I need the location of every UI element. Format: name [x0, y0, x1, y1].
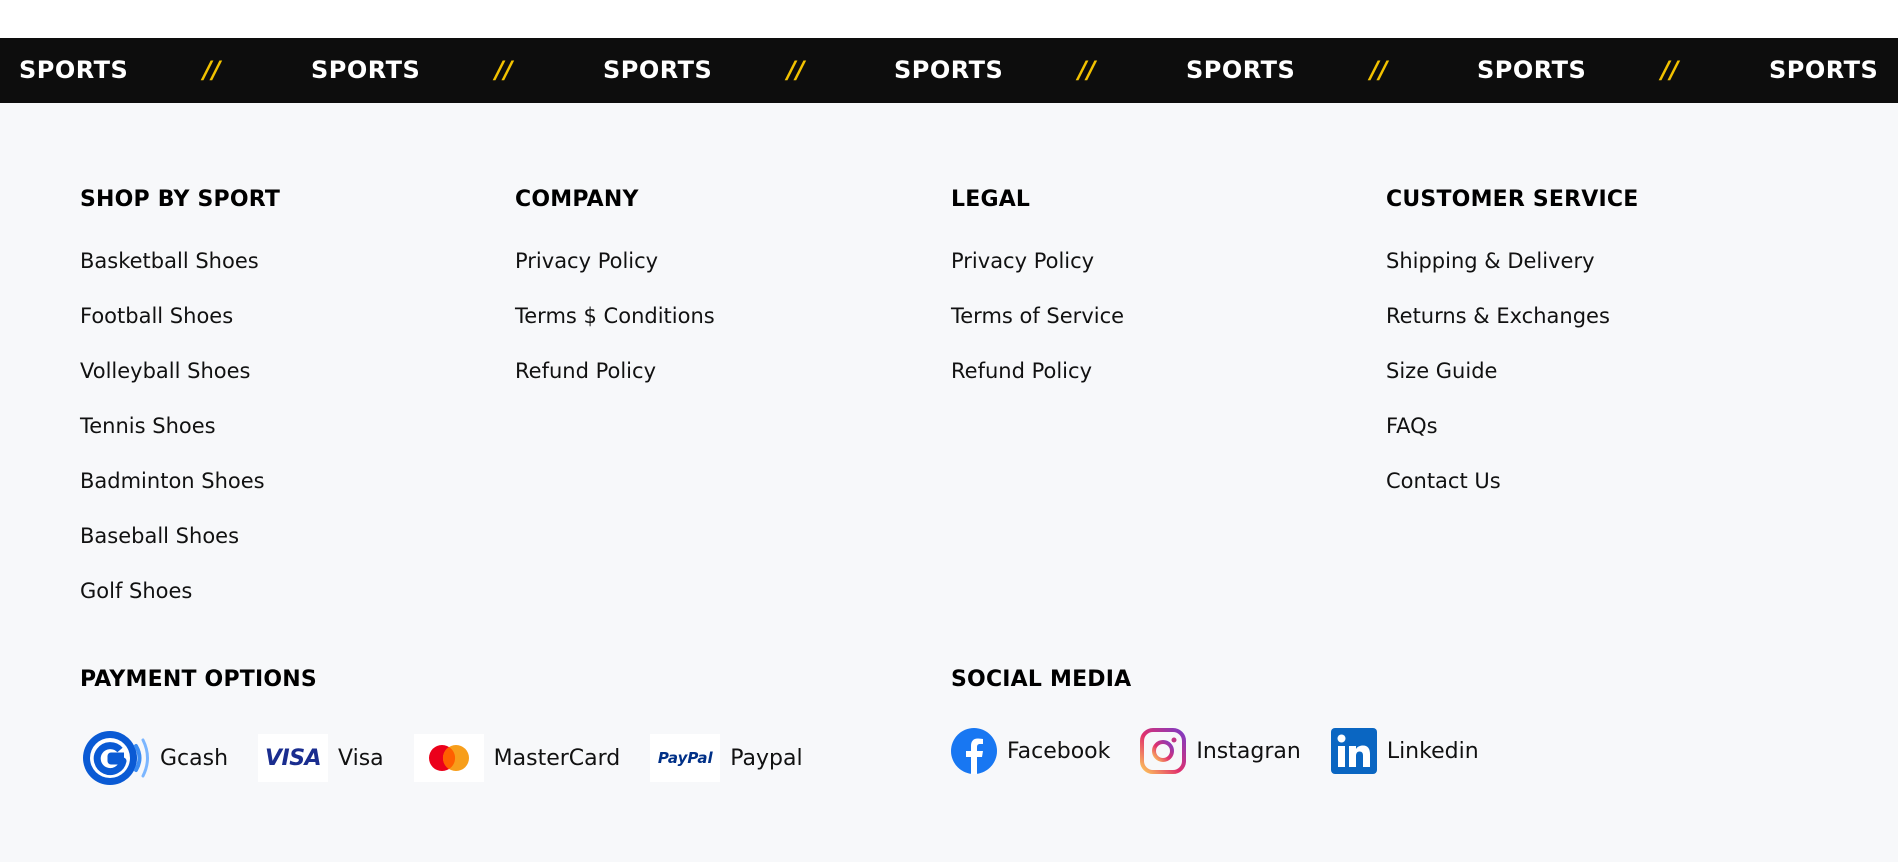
footer-link[interactable]: Terms of Service — [951, 304, 1124, 328]
payment-label: Gcash — [160, 745, 229, 771]
marquee-word: SPORTS — [894, 56, 1004, 84]
marquee-separator: // — [787, 56, 805, 84]
visa-icon: VISA — [258, 734, 329, 782]
instagram-icon — [1140, 728, 1187, 774]
footer-link[interactable]: Refund Policy — [951, 359, 1092, 383]
list-item: Returns & Exchanges — [1386, 305, 1816, 360]
marquee-word: SPORTS — [1477, 56, 1587, 84]
social-facebook[interactable]: Facebook — [951, 728, 1110, 774]
footer-link[interactable]: Terms $ Conditions — [515, 304, 715, 328]
list-item: Badminton Shoes — [80, 470, 510, 525]
payment-paypal[interactable]: PayPal Paypal — [650, 734, 803, 782]
footer-link[interactable]: Returns & Exchanges — [1386, 304, 1610, 328]
list-item: Basketball Shoes — [80, 250, 510, 305]
footer-link[interactable]: Contact Us — [1386, 469, 1501, 493]
payment-mastercard[interactable]: MasterCard — [413, 734, 621, 782]
list-item: Contact Us — [1386, 470, 1816, 525]
marquee-word: SPORTS — [311, 56, 421, 84]
footer-column-shop-by-sport: SHOP BY SPORT Basketball Shoes Football … — [80, 185, 510, 635]
footer-link[interactable]: Football Shoes — [80, 304, 233, 328]
link-list: Basketball Shoes Football Shoes Volleyba… — [80, 250, 510, 635]
payment-gcash[interactable]: Gcash — [80, 731, 229, 785]
link-list: Privacy Policy Terms of Service Refund P… — [951, 250, 1381, 415]
link-list: Shipping & Delivery Returns & Exchanges … — [1386, 250, 1816, 525]
link-list: Privacy Policy Terms $ Conditions Refund… — [515, 250, 945, 415]
footer-link[interactable]: FAQs — [1386, 414, 1438, 438]
paypal-icon: PayPal — [650, 734, 721, 782]
footer-link[interactable]: Privacy Policy — [515, 249, 658, 273]
column-title: COMPANY — [515, 187, 639, 212]
payment-visa[interactable]: VISA Visa — [258, 734, 384, 782]
footer-column-legal: LEGAL Privacy Policy Terms of Service Re… — [951, 185, 1381, 415]
footer-link[interactable]: Shipping & Delivery — [1386, 249, 1595, 273]
list-item: Refund Policy — [515, 360, 945, 415]
paypal-logo-text: PayPal — [657, 749, 713, 767]
social-media-title: SOCIAL MEDIA — [951, 667, 1132, 692]
marquee-word: SPORTS — [603, 56, 713, 84]
marquee-separator: // — [1661, 56, 1679, 84]
list-item: Baseball Shoes — [80, 525, 510, 580]
social-links: Facebook Instagran Linkedin — [951, 728, 1509, 774]
top-strip — [0, 0, 1898, 38]
footer-column-customer-service: CUSTOMER SERVICE Shipping & Delivery Ret… — [1386, 185, 1816, 525]
facebook-icon — [951, 728, 997, 774]
column-title: CUSTOMER SERVICE — [1386, 187, 1639, 212]
footer-link[interactable]: Tennis Shoes — [80, 414, 216, 438]
list-item: Tennis Shoes — [80, 415, 510, 470]
list-item: Volleyball Shoes — [80, 360, 510, 415]
list-item: Size Guide — [1386, 360, 1816, 415]
marquee-separator: // — [495, 56, 513, 84]
marquee-separator: // — [203, 56, 221, 84]
payment-label: Paypal — [730, 745, 803, 771]
marquee-word: SPORTS — [19, 56, 129, 84]
list-item: Privacy Policy — [951, 250, 1381, 305]
payment-options-title: PAYMENT OPTIONS — [80, 667, 317, 692]
list-item: Terms $ Conditions — [515, 305, 945, 360]
payment-label: Visa — [338, 745, 384, 771]
social-label: Linkedin — [1386, 738, 1479, 764]
footer-link[interactable]: Basketball Shoes — [80, 249, 259, 273]
list-item: Refund Policy — [951, 360, 1381, 415]
marquee-word: SPORTS — [1186, 56, 1296, 84]
footer-link[interactable]: Baseball Shoes — [80, 524, 239, 548]
column-title: SHOP BY SPORT — [80, 187, 281, 212]
list-item: FAQs — [1386, 415, 1816, 470]
payment-label: MasterCard — [493, 745, 621, 771]
linkedin-icon — [1330, 728, 1377, 774]
list-item: Golf Shoes — [80, 580, 510, 635]
mastercard-icon — [413, 734, 484, 782]
social-label: Instagran — [1196, 738, 1301, 764]
footer-link[interactable]: Badminton Shoes — [80, 469, 265, 493]
marquee-separator: // — [1078, 56, 1096, 84]
gcash-icon — [80, 731, 150, 785]
list-item: Privacy Policy — [515, 250, 945, 305]
payment-options: Gcash VISA Visa MasterCard PayPal Paypal — [80, 731, 833, 785]
footer-link[interactable]: Size Guide — [1386, 359, 1497, 383]
marquee-separator: // — [1370, 56, 1388, 84]
visa-logo-text: VISA — [264, 745, 322, 771]
footer-link[interactable]: Golf Shoes — [80, 579, 192, 603]
footer-link[interactable]: Refund Policy — [515, 359, 656, 383]
footer-column-company: COMPANY Privacy Policy Terms $ Condition… — [515, 185, 945, 415]
social-label: Facebook — [1007, 738, 1111, 764]
list-item: Terms of Service — [951, 305, 1381, 360]
footer-link[interactable]: Privacy Policy — [951, 249, 1094, 273]
list-item: Football Shoes — [80, 305, 510, 360]
list-item: Shipping & Delivery — [1386, 250, 1816, 305]
column-title: LEGAL — [951, 187, 1031, 212]
social-instagram[interactable]: Instagran — [1140, 728, 1301, 774]
footer-link[interactable]: Volleyball Shoes — [80, 359, 251, 383]
marquee-word: SPORTS — [1769, 56, 1879, 84]
sports-marquee: SPORTS // SPORTS // SPORTS // SPORTS // … — [0, 38, 1898, 103]
social-linkedin[interactable]: Linkedin — [1330, 728, 1479, 774]
